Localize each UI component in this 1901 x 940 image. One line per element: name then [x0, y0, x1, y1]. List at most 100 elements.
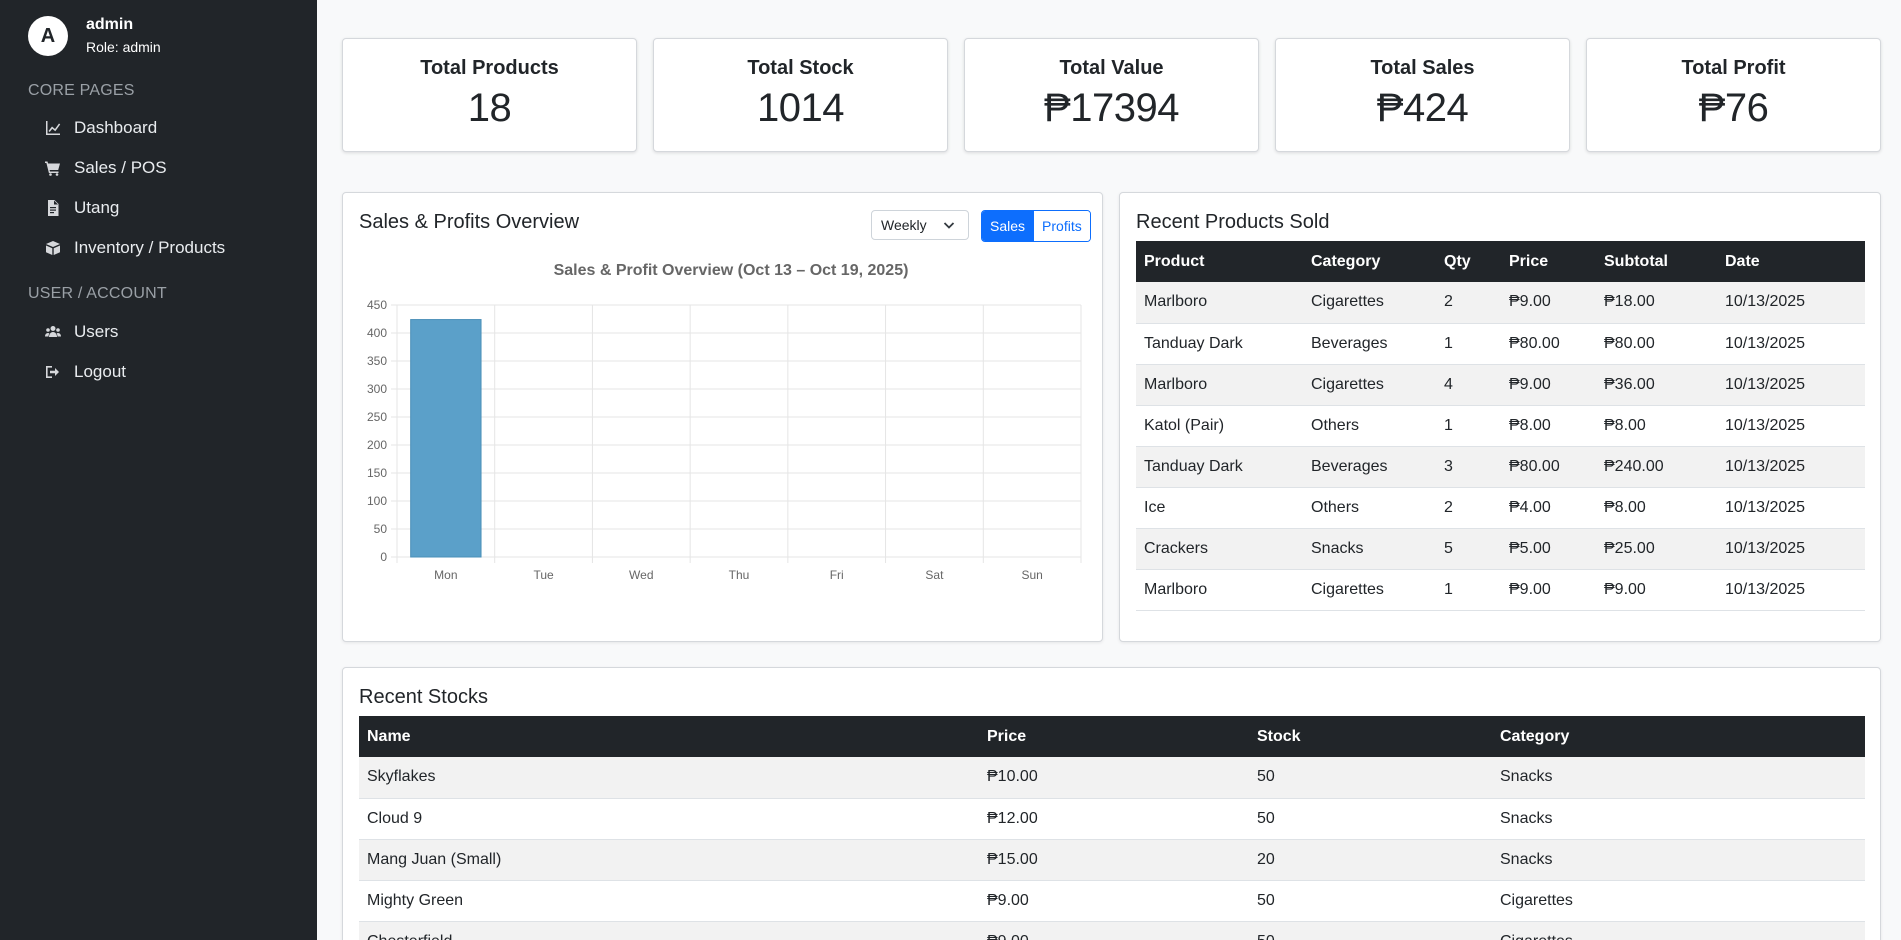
x-tick-label: Sun — [1021, 568, 1042, 582]
table-cell: ₱9.00 — [979, 880, 1249, 922]
table-cell: ₱9.00 — [1501, 569, 1596, 611]
y-tick-label: 350 — [367, 354, 387, 368]
table-row: Mighty Green ₱9.00 50 Cigarettes — [359, 880, 1865, 922]
table-cell: Cloud 9 — [359, 798, 979, 840]
table-cell: Cigarettes — [1303, 364, 1436, 406]
user-account-heading: USER / ACCOUNT — [28, 285, 167, 302]
x-tick-label: Mon — [434, 568, 457, 582]
sidebar-item-utang[interactable]: Utang — [44, 196, 119, 220]
column-header: Name — [367, 727, 411, 745]
y-tick-label: 100 — [367, 494, 387, 508]
table-cell: Mang Juan (Small) — [359, 839, 979, 881]
table-cell: Cigarettes — [1303, 282, 1436, 324]
toggle-profits-button[interactable]: Profits — [1033, 211, 1090, 241]
table-cell: Tanduay Dark — [1136, 446, 1303, 488]
stat-card-total-profit: Total Profit ₱76 — [1586, 38, 1881, 152]
table-cell: ₱4.00 — [1501, 487, 1596, 529]
table-cell: 10/13/2025 — [1717, 364, 1865, 406]
user-name: admin — [86, 16, 134, 33]
cart-icon — [44, 159, 62, 177]
table-cell: 50 — [1249, 880, 1492, 922]
recent-sold-title: Recent Products Sold — [1136, 211, 1330, 233]
x-tick-label: Sat — [925, 568, 944, 582]
table-cell: 3 — [1436, 446, 1501, 488]
table-cell: ₱5.00 — [1501, 528, 1596, 570]
stat-label: Total Products — [420, 57, 559, 79]
table-cell: ₱9.00 — [979, 921, 1249, 940]
column-header: Price — [987, 727, 1027, 745]
table-cell: Tanduay Dark — [1136, 323, 1303, 365]
y-tick-label: 400 — [367, 326, 387, 340]
column-header: Qty — [1444, 252, 1471, 270]
table-row: Chesterfield₱9.0050Cigarettes — [359, 921, 1865, 940]
x-tick-label: Tue — [533, 568, 554, 582]
stat-value: ₱17394 — [1044, 86, 1179, 130]
file-icon — [44, 199, 62, 217]
sidebar-item-label: Inventory / Products — [74, 238, 226, 257]
table-cell: ₱80.00 — [1501, 446, 1596, 488]
table-cell: 50 — [1249, 798, 1492, 840]
chevron-down-icon — [943, 222, 955, 229]
table-cell: ₱25.00 — [1596, 528, 1717, 570]
bar-mon[interactable] — [410, 319, 482, 558]
table-cell: Crackers — [1136, 528, 1303, 570]
table-cell: ₱8.00 — [1596, 487, 1717, 529]
table-cell: ₱10.00 — [979, 757, 1249, 799]
stat-card-total-products: Total Products 18 — [342, 38, 637, 152]
period-select[interactable]: Weekly — [871, 210, 969, 240]
table-cell: 10/13/2025 — [1717, 405, 1865, 447]
y-tick-label: 250 — [367, 410, 387, 424]
sidebar-item-dashboard[interactable]: Dashboard — [44, 116, 157, 140]
recent-stocks-panel: Recent Stocks Name Price Stock Category Sky… — [342, 667, 1881, 940]
table-row: Katol (Pair) Others 1 ₱8.00 ₱8.00 10/13/2025 — [1136, 405, 1865, 447]
table-row: Crackers Snacks 5 ₱5.00 ₱25.00 10/13/2025 — [1136, 528, 1865, 570]
y-tick-label: 450 — [367, 298, 387, 312]
table-cell: Snacks — [1303, 528, 1436, 570]
chart-toggle-group: Sales Profits — [981, 210, 1091, 242]
sidebar-item-users[interactable]: Users — [44, 320, 118, 344]
logout-icon — [44, 363, 62, 381]
user-profile: A admin Role: admin — [28, 15, 161, 57]
table-cell: ₱80.00 — [1501, 323, 1596, 365]
table-cell: ₱36.00 — [1596, 364, 1717, 406]
chart-title: Sales & Profit Overview (Oct 13 – Oct 19… — [554, 262, 909, 279]
table-cell: 50 — [1249, 757, 1492, 799]
table-cell: Katol (Pair) — [1136, 405, 1303, 447]
table-cell: 4 — [1436, 364, 1501, 406]
sidebar-item-label: Logout — [74, 362, 126, 381]
y-tick-label: 150 — [367, 466, 387, 480]
table-cell: 20 — [1249, 839, 1492, 881]
stat-value: 1014 — [757, 86, 844, 130]
toggle-sales-button[interactable]: Sales — [982, 211, 1034, 241]
sidebar-item-logout[interactable]: Logout — [44, 360, 126, 384]
chart-line-icon — [44, 119, 62, 137]
sidebar-item-inventory[interactable]: Inventory / Products — [44, 236, 225, 260]
table-row: Tanduay Dark Beverages 3 ₱80.00 ₱240.00 10/13… — [1136, 446, 1865, 488]
sidebar-item-label: Users — [74, 322, 119, 341]
table-cell: ₱80.00 — [1596, 323, 1717, 365]
table-cell: Others — [1303, 405, 1436, 447]
table-cell: Beverages — [1303, 323, 1436, 365]
table-cell: ₱240.00 — [1596, 446, 1717, 488]
recent-sold-table: Product Category Qty Price Subtotal Date Marl… — [1136, 241, 1865, 611]
y-tick-label: 200 — [367, 438, 387, 452]
column-header: Price — [1509, 252, 1549, 270]
table-row: Cloud 9 ₱12.00 50 Snacks — [359, 798, 1865, 840]
table-cell: 50 — [1249, 921, 1492, 940]
stat-label: Total Stock — [747, 57, 854, 79]
table-cell: Chesterfield — [359, 921, 979, 940]
stat-value: ₱76 — [1698, 86, 1769, 130]
table-row: Ice Others 2 ₱4.00 ₱8.00 10/13/2025 — [1136, 487, 1865, 529]
table-cell: ₱15.00 — [979, 839, 1249, 881]
column-header: Product — [1144, 252, 1205, 270]
table-cell: Marlboro — [1136, 364, 1303, 406]
stat-value: ₱424 — [1376, 86, 1469, 130]
users-icon — [44, 323, 62, 341]
sidebar-item-sales-pos[interactable]: Sales / POS — [44, 156, 167, 180]
table-cell: 2 — [1436, 487, 1501, 529]
column-header: Date — [1725, 252, 1760, 270]
boxes-icon — [44, 239, 62, 257]
table-row: Marlboro Cigarettes 2 ₱9.00 ₱18.00 10/13/2025 — [1136, 282, 1865, 324]
column-header: Subtotal — [1604, 252, 1668, 270]
stat-card-total-value: Total Value ₱17394 — [964, 38, 1259, 152]
